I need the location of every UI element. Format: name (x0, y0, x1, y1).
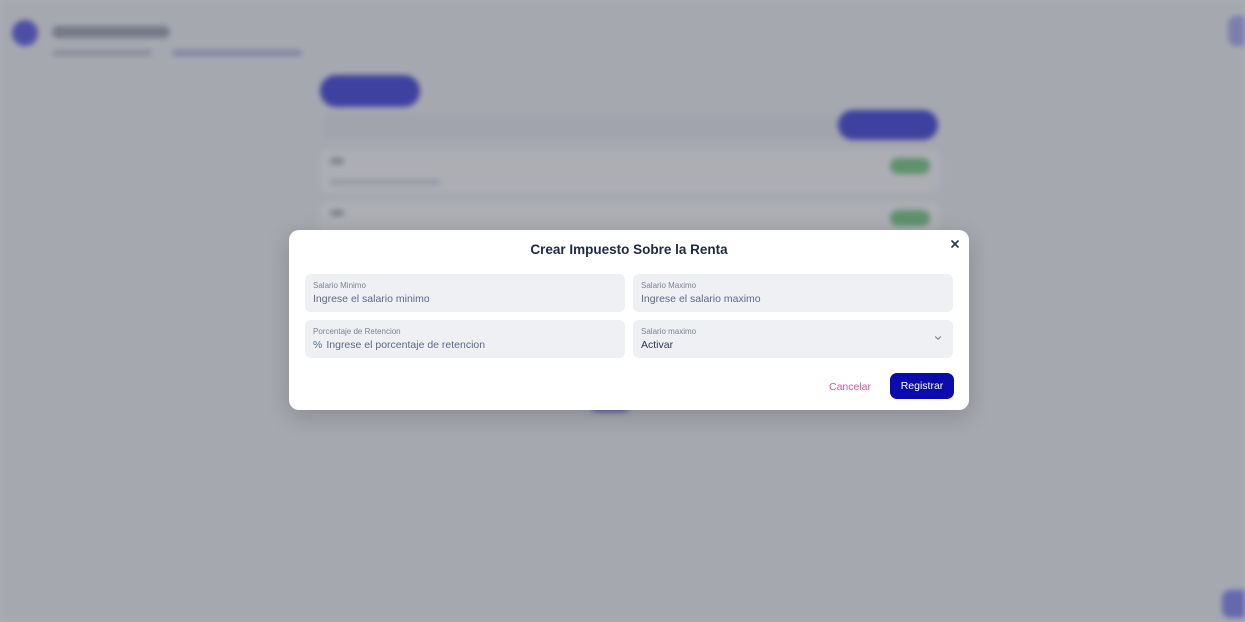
salario-maximo-select-value[interactable]: Activar (641, 339, 945, 352)
salario-maximo-label: Salario Maximo (641, 281, 697, 290)
salario-minimo-label: Salario Minimo (313, 281, 366, 290)
register-button[interactable]: Registrar (890, 373, 954, 399)
cancel-button[interactable]: Cancelar (824, 379, 876, 395)
percent-icon: % (313, 339, 323, 351)
chevron-down-icon[interactable] (933, 333, 943, 343)
salario-minimo-input[interactable]: Ingrese el salario minimo (313, 293, 617, 306)
salario-maximo-select[interactable]: Salario maximo Activar (633, 320, 953, 358)
salario-maximo-select-label: Salario maximo (641, 327, 697, 336)
create-tax-modal: Crear Impuesto Sobre la Renta Salario Mi… (289, 230, 969, 410)
close-button[interactable] (947, 236, 963, 252)
salario-maximo-input[interactable]: Ingrese el salario maximo (641, 293, 945, 306)
porcentaje-retencion-input[interactable]: Ingrese el porcentaje de retencion (326, 339, 485, 352)
modal-title: Crear Impuesto Sobre la Renta (530, 242, 728, 257)
porcentaje-retencion-label: Porcentaje de Retencion (313, 327, 401, 336)
porcentaje-retencion-row[interactable]: % Ingrese el porcentaje de retencion (313, 339, 617, 352)
salario-maximo-field[interactable]: Salario Maximo Ingrese el salario maximo (633, 274, 953, 312)
porcentaje-retencion-field[interactable]: Porcentaje de Retencion % Ingrese el por… (305, 320, 625, 358)
close-icon (951, 240, 959, 248)
salario-minimo-field[interactable]: Salario Minimo Ingrese el salario minimo (305, 274, 625, 312)
